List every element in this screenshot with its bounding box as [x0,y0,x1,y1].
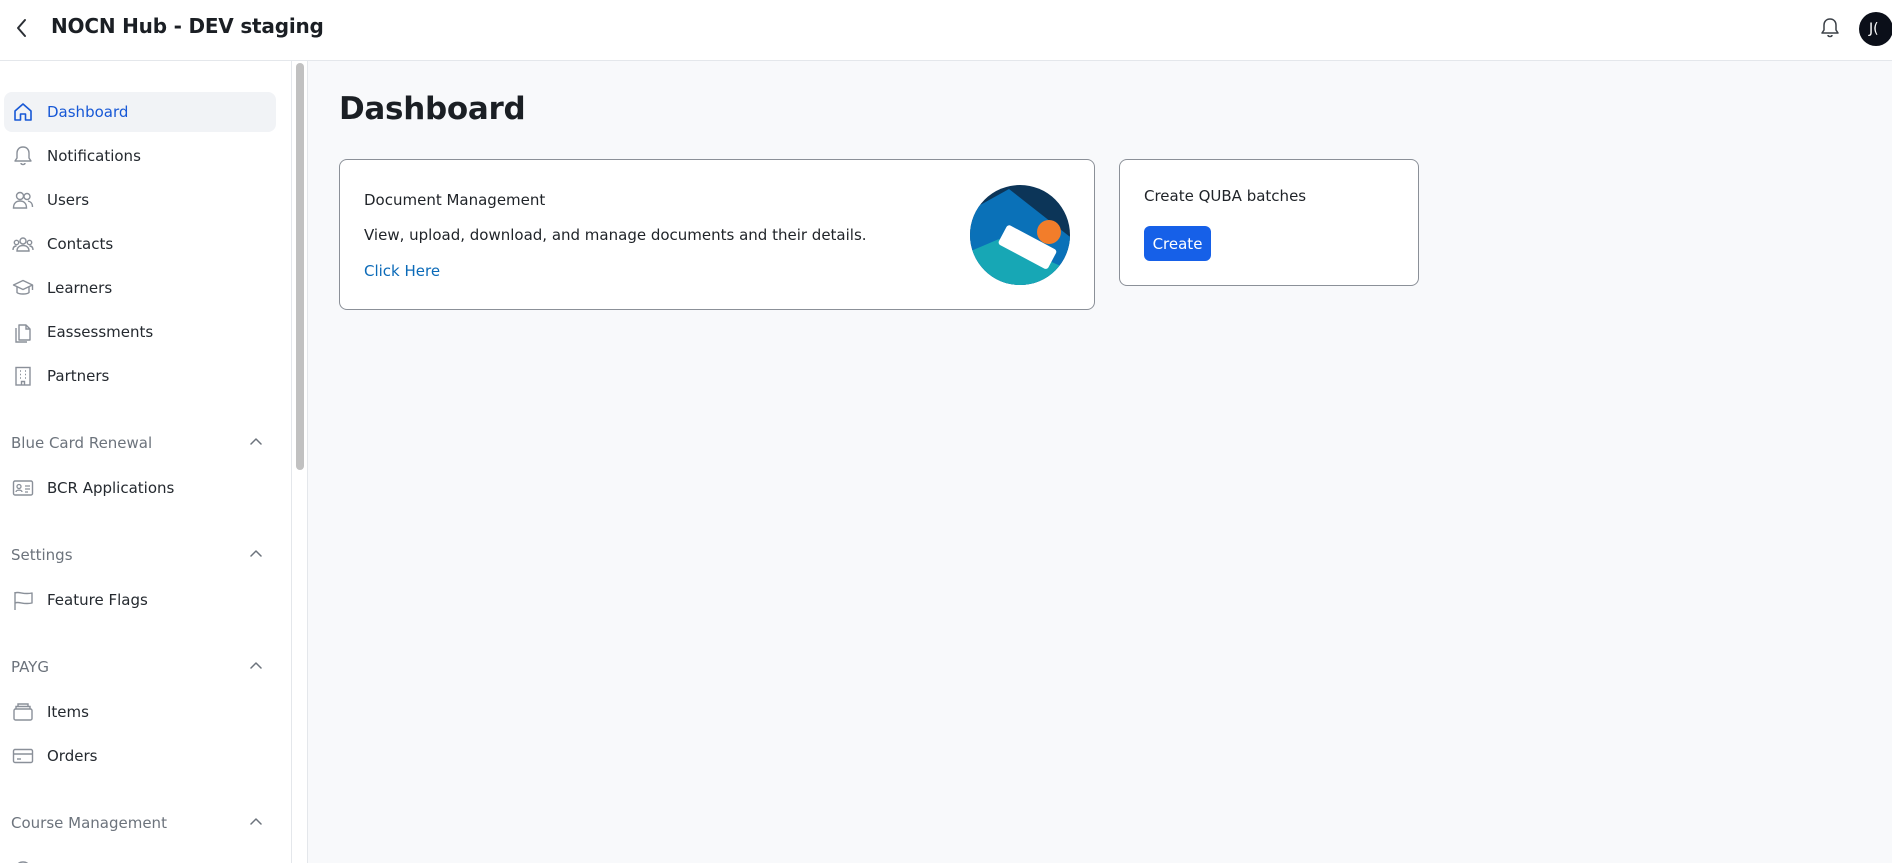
bell-icon [1821,18,1839,38]
graduation-cap-icon [11,277,35,299]
card-description: View, upload, download, and manage docum… [364,226,867,244]
bell-icon [11,145,35,167]
chevron-left-icon [17,19,26,37]
contacts-icon [11,233,35,255]
chevron-up-icon [250,550,262,557]
top-bar: NOCN Hub - DEV staging J( [0,0,1892,61]
sidebar-item-label: Eassessments [47,323,154,341]
sidebar-item-label: Orders [47,747,98,765]
sidebar-item-eassessments[interactable]: Eassessments [4,312,276,352]
create-button[interactable]: Create [1144,226,1211,261]
document-management-card: Document Management View, upload, downlo… [339,159,1095,310]
id-card-icon [11,477,35,499]
chevron-up-icon [250,662,262,669]
sidebar-item-bcr-applications[interactable]: BCR Applications [4,468,276,508]
section-title: PAYG [11,658,49,676]
sidebar-item-label: Dashboard [47,103,129,121]
sidebar: Dashboard Notifications Users Contacts L… [0,61,292,863]
click-here-link[interactable]: Click Here [364,262,440,280]
sidebar-item-items[interactable]: Items [4,692,276,732]
quba-batches-card: Create QUBA batches Create [1119,159,1419,286]
sidebar-item-label: Partners [47,367,110,385]
users-icon [11,189,35,211]
page-title: Dashboard [339,91,526,127]
sidebar-item-label: Learners [47,279,113,297]
sidebar-item-feature-flags[interactable]: Feature Flags [4,580,276,620]
chevron-up-icon [250,438,262,445]
chevron-up-icon [250,818,262,825]
sidebar-item-notifications[interactable]: Notifications [4,136,276,176]
sidebar-item-label: Items [47,703,89,721]
section-blue-card-renewal[interactable]: Blue Card Renewal [4,428,276,458]
card-title: Document Management [364,191,546,209]
sidebar-item-label: BCR Applications [47,479,175,497]
back-button[interactable] [10,14,34,42]
home-icon [11,101,35,123]
course-icon [11,859,35,863]
flag-icon [11,589,35,611]
card-title: Create QUBA batches [1144,187,1307,205]
sidebar-item-label: Feature Flags [47,591,148,609]
building-icon [11,365,35,387]
app-title: NOCN Hub - DEV staging [51,14,324,38]
scrollbar-thumb[interactable] [296,63,304,470]
document-illustration [970,185,1070,285]
credit-card-icon [11,745,35,767]
user-avatar[interactable]: J( [1859,12,1892,46]
section-title: Course Management [11,814,167,832]
section-title: Settings [11,546,73,564]
sidebar-item-contacts[interactable]: Contacts [4,224,276,264]
section-title: Blue Card Renewal [11,434,153,452]
sidebar-item-dashboard[interactable]: Dashboard [4,92,276,132]
sidebar-item-learners[interactable]: Learners [4,268,276,308]
section-payg[interactable]: PAYG [4,652,276,682]
sidebar-item-users[interactable]: Users [4,180,276,220]
sidebar-item-label: Notifications [47,147,141,165]
sidebar-item-label: Contacts [47,235,114,253]
section-settings[interactable]: Settings [4,540,276,570]
sidebar-item-partial[interactable] [4,850,276,863]
sidebar-item-label: Users [47,191,90,209]
sidebar-item-orders[interactable]: Orders [4,736,276,776]
documents-icon [11,321,35,343]
section-course-management[interactable]: Course Management [4,808,276,838]
sidebar-scrollbar[interactable] [292,61,308,863]
notifications-button[interactable] [1818,15,1842,41]
stack-icon [11,701,35,723]
sidebar-item-partners[interactable]: Partners [4,356,276,396]
